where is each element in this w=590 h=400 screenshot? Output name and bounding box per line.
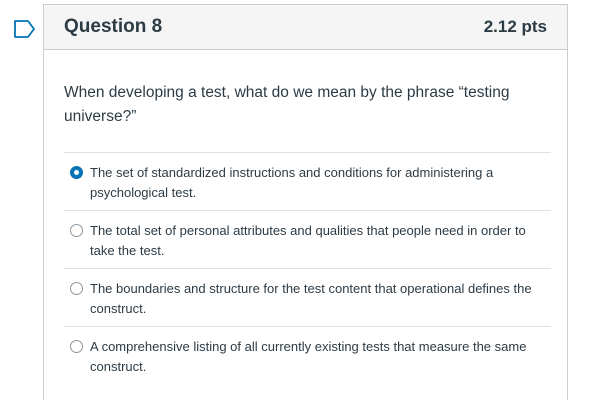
- answer-list: The set of standardized instructions and…: [64, 152, 551, 384]
- answer-label: A comprehensive listing of all currently…: [90, 339, 527, 374]
- answer-option-1[interactable]: The set of standardized instructions and…: [64, 152, 551, 210]
- answer-option-3[interactable]: The boundaries and structure for the tes…: [64, 268, 551, 326]
- answer-option-4[interactable]: A comprehensive listing of all currently…: [64, 326, 551, 384]
- radio-button[interactable]: [70, 224, 83, 237]
- question-points: 2.12 pts: [483, 17, 547, 36]
- flag-question-icon[interactable]: [14, 20, 36, 38]
- radio-button-selected[interactable]: [70, 166, 83, 179]
- answer-label: The set of standardized instructions and…: [90, 165, 494, 200]
- question-title: Question 8: [64, 16, 163, 37]
- question-text: When developing a test, what do we mean …: [64, 84, 510, 125]
- answer-label: The total set of personal attributes and…: [90, 223, 526, 258]
- question-card: Question 8 2.12 pts When developing a te…: [43, 4, 568, 400]
- question-header: Question 8 2.12 pts: [44, 5, 567, 50]
- radio-button[interactable]: [70, 282, 83, 295]
- answer-option-2[interactable]: The total set of personal attributes and…: [64, 210, 551, 268]
- answer-label: The boundaries and structure for the tes…: [90, 281, 532, 316]
- radio-button[interactable]: [70, 340, 83, 353]
